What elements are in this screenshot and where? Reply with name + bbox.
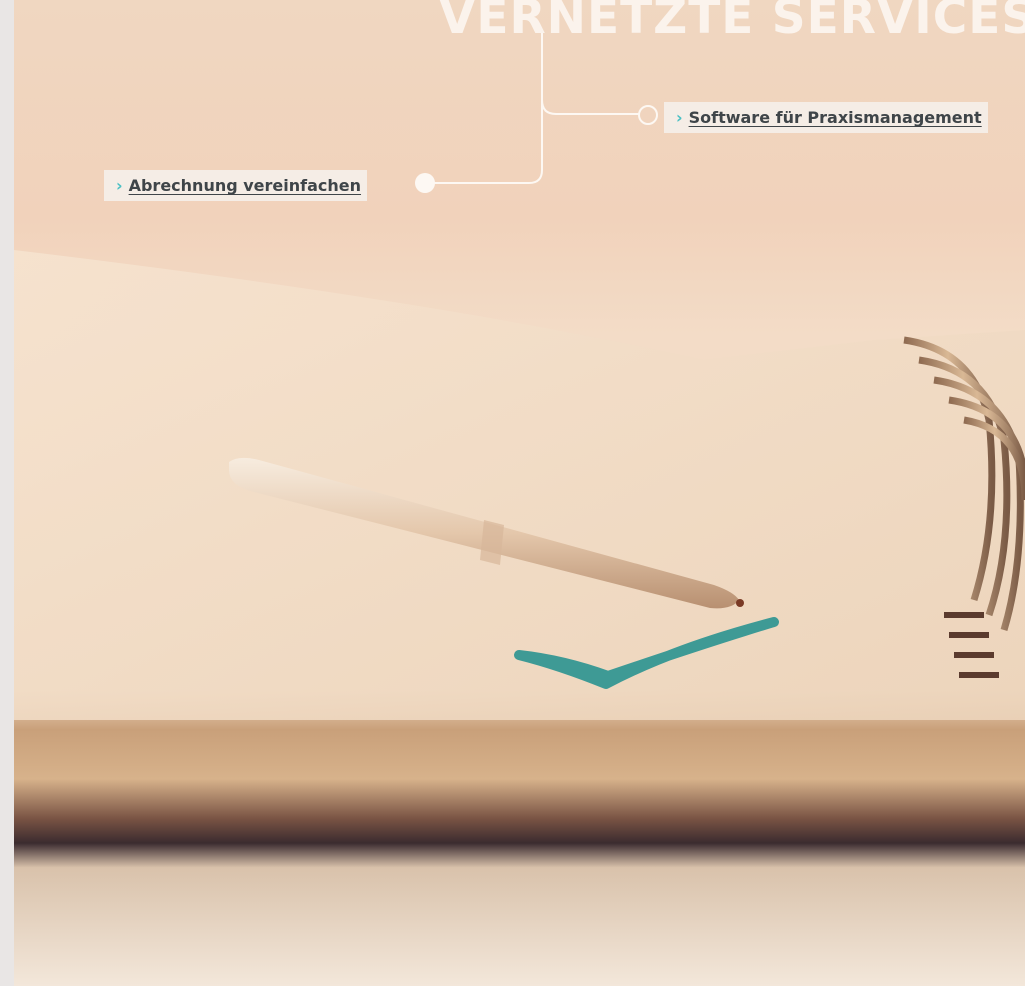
link-abrechnung-vereinfachen[interactable]: › Abrechnung vereinfachen — [104, 170, 368, 201]
chevron-right-icon: › — [116, 176, 123, 195]
section-title: VERNETZTE SERVICES — [439, 0, 1025, 45]
link-software-label: Software für Praxismanagement — [688, 108, 982, 127]
chevron-right-icon: › — [676, 108, 683, 127]
connector-node-abrechnung — [415, 173, 435, 193]
notebook-illustration — [14, 0, 1025, 986]
link-software-praxismanagement[interactable]: › Software für Praxismanagement — [664, 102, 988, 133]
page: VERNETZTE SERVICES › Abrechnung vereinfac… — [0, 0, 1025, 986]
hero-image: VERNETZTE SERVICES — [14, 0, 1025, 986]
link-abrechnung-label: Abrechnung vereinfachen — [128, 176, 362, 195]
